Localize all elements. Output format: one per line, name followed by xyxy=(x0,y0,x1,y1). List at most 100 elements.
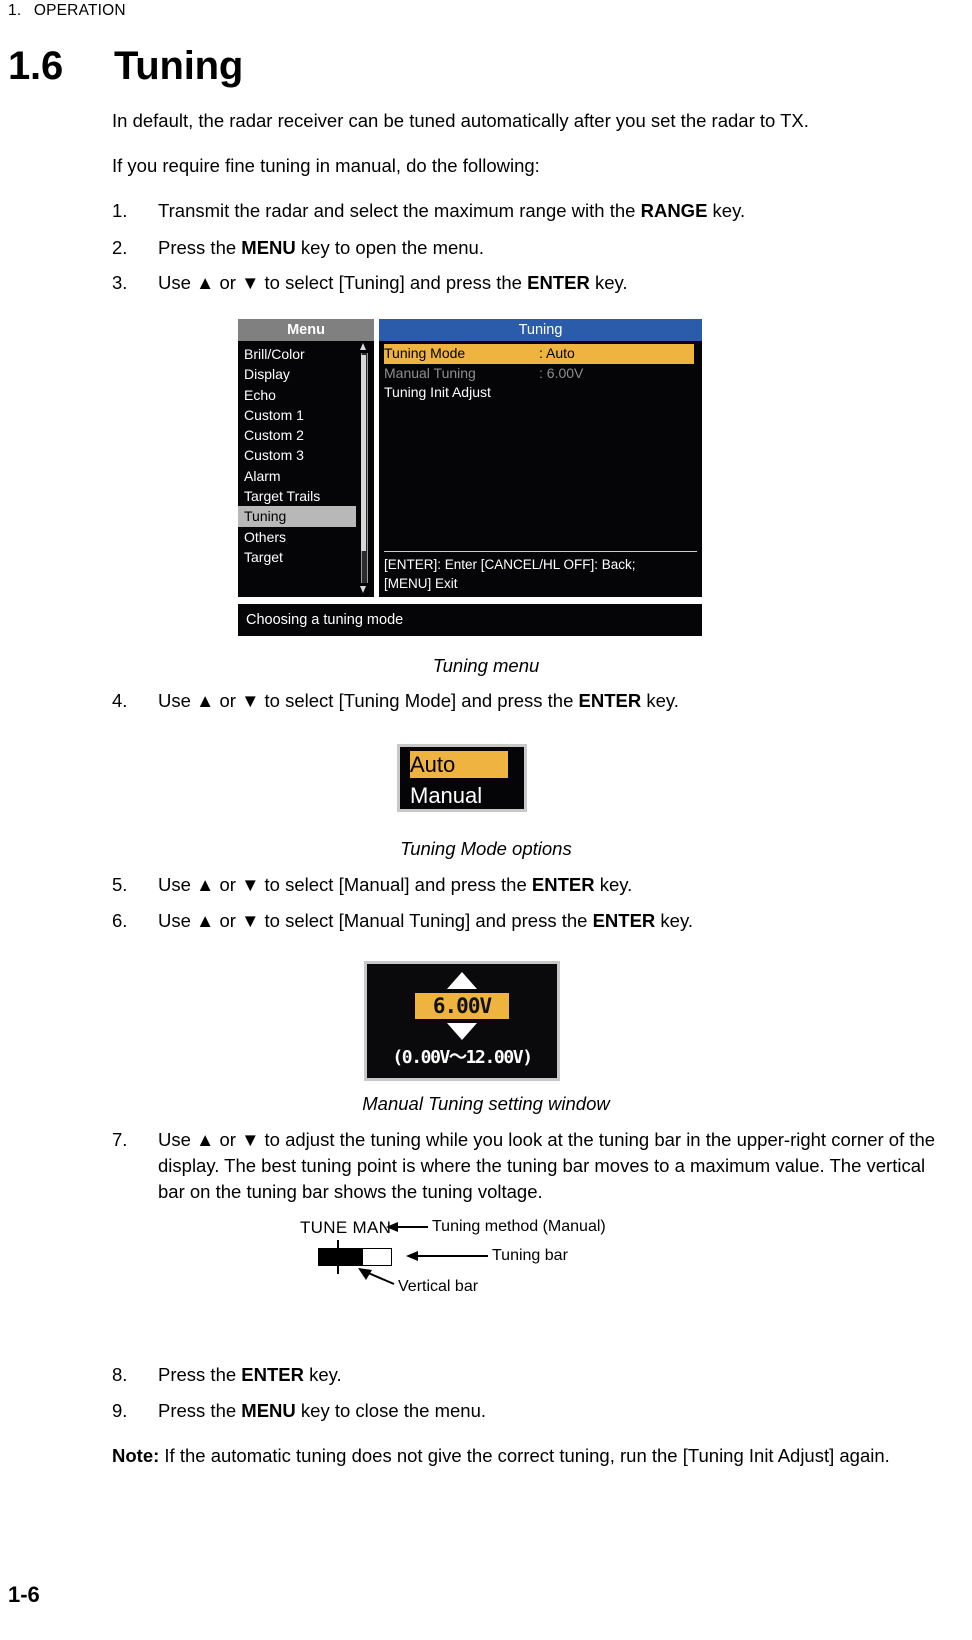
step-2: 2. Press the MENU key to open the menu. xyxy=(112,235,940,261)
decrease-arrow-icon[interactable] xyxy=(447,1023,477,1040)
step-2-text: Press the MENU key to open the menu. xyxy=(158,235,940,261)
section-title: Tuning xyxy=(114,44,244,88)
increase-arrow-icon[interactable] xyxy=(447,972,477,989)
callout-tuning-bar: Tuning bar xyxy=(492,1247,568,1264)
step-1: 1. Transmit the radar and select the max… xyxy=(112,198,940,224)
menu-item-custom-3[interactable]: Custom 3 xyxy=(238,445,356,465)
step-1-pre: Transmit the radar and select the maximu… xyxy=(158,200,641,221)
step-3-post: key. xyxy=(589,272,628,293)
menu-item-echo[interactable]: Echo xyxy=(238,385,356,405)
step-5-key: ENTER xyxy=(531,874,595,895)
option-auto[interactable]: Auto xyxy=(410,751,508,778)
note-text: If the automatic tuning does not give th… xyxy=(159,1445,890,1466)
setting-value-tuning-mode: : Auto xyxy=(539,345,575,361)
step-6-text: Use ▲ or ▼ to select [Manual Tuning] and… xyxy=(158,908,940,934)
intro-paragraph-1: In default, the radar receiver can be tu… xyxy=(112,110,809,131)
step-8-number: 8. xyxy=(112,1364,128,1385)
intro-paragraph-1-container: In default, the radar receiver can be tu… xyxy=(112,108,940,134)
menu-item-list: Brill/Color Display Echo Custom 1 Custom… xyxy=(238,341,374,567)
setting-label-tuning-mode: Tuning Mode xyxy=(384,345,466,361)
step-9-number: 9. xyxy=(112,1400,128,1421)
step-3-number: 3. xyxy=(112,272,128,293)
menu-left-panel: Menu Brill/Color Display Echo Custom 1 C… xyxy=(238,319,374,597)
manual-tuning-setting-window: 6.00V (0.00V～12.00V) xyxy=(364,961,560,1081)
step-6-number: 6. xyxy=(112,910,128,931)
step-8: 8. Press the ENTER key. xyxy=(112,1362,940,1388)
step-6-post: key. xyxy=(655,910,693,931)
menu-item-target[interactable]: Target xyxy=(238,547,356,567)
step-9: 9. Press the MENU key to close the menu. xyxy=(112,1398,940,1424)
menu-key-guide-line-1: [ENTER]: Enter [CANCEL/HL OFF]: Back; xyxy=(384,557,636,572)
step-5-post: key. xyxy=(594,874,633,895)
step-1-text: Transmit the radar and select the maximu… xyxy=(158,198,940,224)
caption-tuning-menu: Tuning menu xyxy=(432,655,540,676)
step-2-pre: Press the xyxy=(158,237,242,258)
step-2-key: MENU xyxy=(241,237,296,258)
scrollbar-thumb[interactable] xyxy=(361,355,366,551)
step-4-number: 4. xyxy=(112,690,128,711)
menu-item-display[interactable]: Display xyxy=(238,364,356,384)
step-4-pre: Use ▲ or ▼ to select [Tuning Mode] and p… xyxy=(158,690,579,711)
step-2-number: 2. xyxy=(112,237,128,258)
menu-item-custom-2[interactable]: Custom 2 xyxy=(238,425,356,445)
step-5-pre: Use ▲ or ▼ to select [Manual] and press … xyxy=(158,874,532,895)
step-2-post: key to open the menu. xyxy=(295,237,484,258)
menu-item-target-trails[interactable]: Target Trails xyxy=(238,486,356,506)
menu-item-tuning[interactable]: Tuning xyxy=(238,506,356,527)
setting-value-manual-tuning: : 6.00V xyxy=(539,364,584,381)
menu-key-guide-line-2: [MENU] Exit xyxy=(384,576,458,591)
running-head-title: OPERATION xyxy=(33,2,126,19)
scroll-down-arrow-icon[interactable] xyxy=(360,586,366,593)
callout-vertical-bar: Vertical bar xyxy=(398,1278,479,1295)
intro-paragraph-2: If you require fine tuning in manual, do… xyxy=(112,155,540,176)
setting-row-tuning-init-adjust[interactable]: Tuning Init Adjust xyxy=(379,383,702,403)
step-8-key: ENTER xyxy=(241,1364,304,1385)
step-4: 4. Use ▲ or ▼ to select [Tuning Mode] an… xyxy=(112,688,940,714)
step-1-key: RANGE xyxy=(640,200,708,221)
menu-item-brill-color[interactable]: Brill/Color xyxy=(238,344,356,364)
menu-item-others[interactable]: Others xyxy=(238,527,356,547)
step-1-post: key. xyxy=(707,200,746,221)
menu-scrollbar[interactable] xyxy=(360,343,368,593)
section-number: 1.6 xyxy=(8,44,64,88)
option-manual[interactable]: Manual xyxy=(400,782,524,809)
page-title: 1.6 Tuning xyxy=(8,44,243,89)
step-3-pre: Use ▲ or ▼ to select [Tuning] and press … xyxy=(158,272,528,293)
step-3: 3. Use ▲ or ▼ to select [Tuning] and pre… xyxy=(112,270,940,296)
tuning-settings-list: Tuning Mode : Auto Manual Tuning : 6.00V… xyxy=(379,341,702,403)
tuning-menu-screenshot: Menu Brill/Color Display Echo Custom 1 C… xyxy=(238,319,702,636)
step-3-key: ENTER xyxy=(527,272,590,293)
step-3-text: Use ▲ or ▼ to select [Tuning] and press … xyxy=(158,270,940,296)
menu-item-alarm[interactable]: Alarm xyxy=(238,466,356,486)
running-head: 1. OPERATION xyxy=(8,2,126,20)
menu-item-custom-1[interactable]: Custom 1 xyxy=(238,405,356,425)
step-7-text: Use ▲ or ▼ to adjust the tuning while yo… xyxy=(158,1129,936,1202)
caption-manual-tuning-window: Manual Tuning setting window xyxy=(362,1093,610,1114)
step-9-key: MENU xyxy=(241,1400,296,1421)
tuning-mode-options-screenshot: Auto Manual xyxy=(397,744,527,812)
step-1-number: 1. xyxy=(112,200,128,221)
menu-right-panel-title: Tuning xyxy=(379,319,702,341)
step-6-key: ENTER xyxy=(592,910,656,931)
step-7: 7. Use ▲ or ▼ to adjust the tuning while… xyxy=(112,1127,940,1205)
setting-row-manual-tuning[interactable]: Manual Tuning : 6.00V xyxy=(379,364,702,384)
scroll-up-arrow-icon[interactable] xyxy=(360,343,366,350)
step-4-text: Use ▲ or ▼ to select [Tuning Mode] and p… xyxy=(158,688,940,714)
note-paragraph: Note: If the automatic tuning does not g… xyxy=(112,1443,940,1469)
step-6-pre: Use ▲ or ▼ to select [Manual Tuning] and… xyxy=(158,910,593,931)
step-8-post: key. xyxy=(304,1364,342,1385)
tuning-bar-diagram: TUNE MAN Tuning method (Manual) Tuning b… xyxy=(290,1218,710,1313)
step-8-text: Press the ENTER key. xyxy=(158,1362,940,1388)
manual-tuning-range: (0.00V～12.00V) xyxy=(392,1047,533,1068)
note-label: Note: xyxy=(112,1445,160,1466)
step-7-number: 7. xyxy=(112,1129,128,1150)
callout-tuning-method: Tuning method (Manual) xyxy=(432,1218,606,1235)
page-number: 1-6 xyxy=(8,1582,40,1607)
manual-tuning-value[interactable]: 6.00V xyxy=(415,993,509,1019)
caption-tuning-mode-options: Tuning Mode options xyxy=(400,838,572,859)
setting-row-tuning-mode[interactable]: Tuning Mode : Auto xyxy=(384,344,694,364)
step-8-pre: Press the xyxy=(158,1364,242,1385)
intro-paragraph-2-container: If you require fine tuning in manual, do… xyxy=(112,153,940,179)
step-5: 5. Use ▲ or ▼ to select [Manual] and pre… xyxy=(112,872,940,898)
running-head-number: 1. xyxy=(8,2,22,19)
